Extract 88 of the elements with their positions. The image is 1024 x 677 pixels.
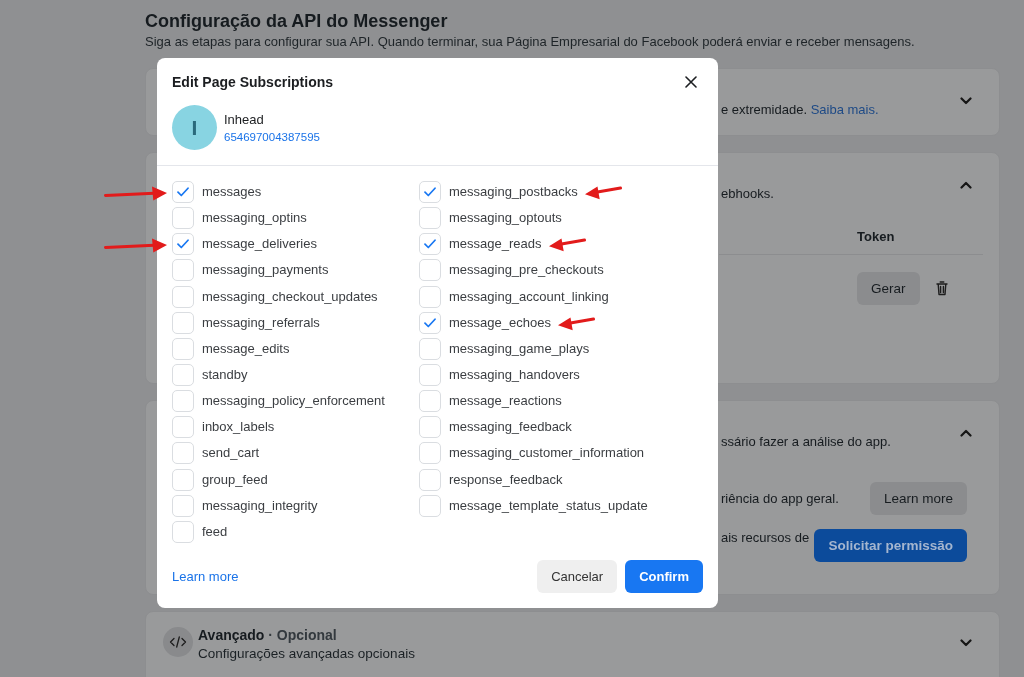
checkbox[interactable] — [419, 259, 441, 282]
subscription-label: messaging_policy_enforcement — [202, 393, 385, 410]
card-text: ebhooks. — [721, 186, 775, 202]
checkbox[interactable] — [419, 337, 441, 360]
page-name: Inhead — [224, 112, 265, 128]
checkbox[interactable] — [172, 181, 194, 204]
subscription-label: send_cart — [202, 445, 260, 462]
subscription-label: messaging_checkout_updates — [202, 288, 378, 305]
checkbox[interactable] — [419, 468, 441, 491]
subscription-label: messaging_optouts — [449, 210, 562, 227]
learn-more-button[interactable]: Learn more — [869, 482, 967, 515]
checkbox[interactable] — [172, 520, 194, 543]
subscription-label: message_edits — [202, 340, 290, 357]
learn-more-link[interactable]: Saiba mais. — [810, 102, 879, 117]
checkbox[interactable] — [419, 181, 441, 204]
page-title: Configuração da API do Messenger — [145, 10, 449, 33]
checkbox[interactable] — [172, 494, 194, 517]
checkbox[interactable] — [172, 468, 194, 491]
subscription-label: messaging_optins — [202, 210, 307, 227]
subscription-label: messaging_payments — [202, 262, 329, 279]
checkbox[interactable] — [172, 337, 194, 360]
learn-more-link[interactable]: Learn more — [172, 569, 239, 584]
card-text: ais recursos de — [721, 530, 811, 546]
page-id: 654697004387595 — [224, 130, 320, 145]
subscription-label: standby — [202, 367, 248, 384]
checkbox[interactable] — [419, 311, 441, 334]
page-avatar: I — [172, 105, 217, 150]
checkbox[interactable] — [172, 259, 194, 282]
code-icon — [163, 627, 193, 657]
checkbox[interactable] — [172, 285, 194, 308]
checkbox[interactable] — [419, 442, 441, 465]
checkbox[interactable] — [172, 390, 194, 413]
checkmark-icon — [177, 187, 189, 198]
close-icon[interactable] — [685, 76, 697, 88]
checkmark-icon — [177, 239, 189, 250]
checkbox[interactable] — [172, 233, 194, 256]
checkbox[interactable] — [172, 207, 194, 230]
card-text: riência do app geral. — [721, 490, 840, 507]
chevron-down-icon[interactable] — [960, 639, 972, 647]
subscription-label: message_reactions — [449, 393, 562, 410]
checkmark-icon — [424, 317, 436, 328]
card-text: ssário fazer a análise do app. — [721, 434, 892, 450]
page-subtitle: Siga as etapas para configurar sua API. Quando terminar, sua Página Empresarial do Facebook poderá enviar e receber mensagens. — [145, 33, 916, 51]
subscription-label: messaging_pre_checkouts — [449, 262, 604, 279]
subscription-label: messaging_postbacks — [449, 184, 578, 201]
subscription-label: messaging_customer_information — [449, 445, 645, 462]
subscription-label: messaging_referrals — [202, 314, 320, 331]
checkbox[interactable] — [419, 207, 441, 230]
chevron-up-icon[interactable] — [960, 181, 972, 189]
subscription-label: message_deliveries — [202, 236, 317, 253]
request-permission-button[interactable]: Solicitar permissão — [814, 529, 967, 562]
chevron-up-icon[interactable] — [960, 429, 972, 437]
dialog-title: Edit Page Subscriptions — [172, 73, 334, 92]
section-title: Avançado — [198, 627, 265, 643]
subscription-label: messaging_game_plays — [449, 340, 590, 357]
checkbox[interactable] — [419, 416, 441, 439]
subscription-label: group_feed — [202, 471, 268, 488]
chevron-down-icon[interactable] — [960, 97, 972, 105]
checkbox[interactable] — [172, 364, 194, 387]
checkbox[interactable] — [172, 311, 194, 334]
subscription-label: messaging_feedback — [449, 419, 572, 436]
subscription-label: message_reads — [449, 236, 542, 253]
column-header: Token — [857, 229, 895, 245]
subscription-label: messaging_account_linking — [449, 288, 609, 305]
subscription-label: messages — [202, 184, 262, 201]
subscription-label: messaging_handovers — [449, 367, 580, 384]
checkbox[interactable] — [419, 285, 441, 308]
checkmark-icon — [424, 187, 436, 198]
checkbox[interactable] — [172, 442, 194, 465]
subscription-label: messaging_integrity — [202, 497, 318, 514]
checkbox[interactable] — [172, 416, 194, 439]
section-description: Configurações avançadas opcionais — [198, 646, 416, 662]
subscription-label: message_template_status_update — [449, 497, 648, 514]
checkmark-icon — [424, 239, 436, 250]
cancel-button[interactable]: Cancelar — [537, 560, 618, 593]
subscription-label: inbox_labels — [202, 419, 275, 436]
trash-icon[interactable] — [935, 281, 948, 296]
confirm-button[interactable]: Confirm — [625, 560, 703, 593]
subscription-label: feed — [202, 523, 228, 540]
subscription-label: message_echoes — [449, 314, 551, 331]
checkbox[interactable] — [419, 233, 441, 256]
optional-tag: · Opcional — [268, 627, 337, 643]
subscription-label: response_feedback — [449, 471, 563, 488]
checkbox[interactable] — [419, 364, 441, 387]
checkbox[interactable] — [419, 390, 441, 413]
card-text: e extremidade. — [721, 102, 807, 117]
generate-button[interactable]: Gerar — [857, 272, 920, 305]
checkbox[interactable] — [419, 494, 441, 517]
